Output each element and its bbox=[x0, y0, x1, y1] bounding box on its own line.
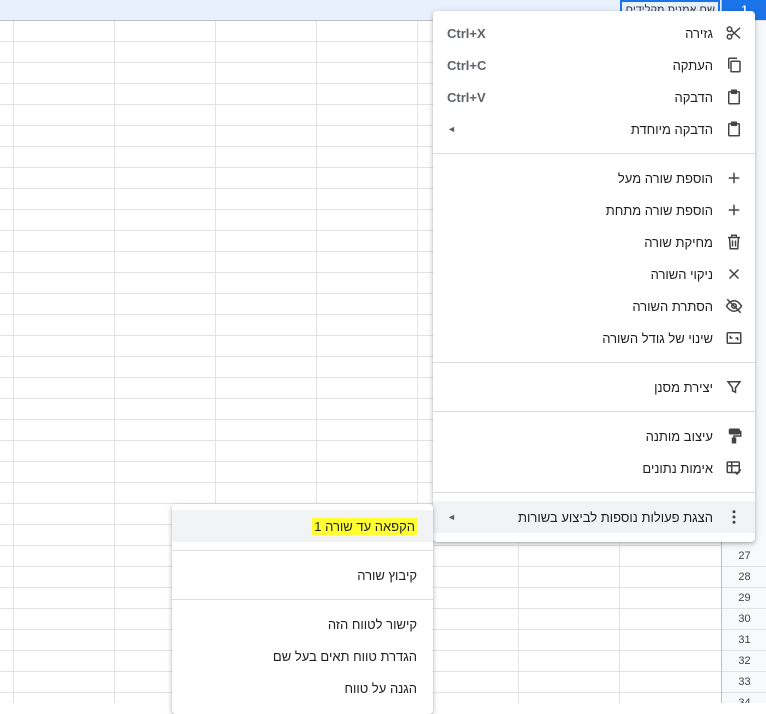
submenu-item-group-row[interactable]: קיבוץ שורה bbox=[172, 559, 433, 591]
clipboard-icon bbox=[725, 120, 743, 138]
menu-item-label: ניקוי השורה bbox=[650, 266, 713, 282]
more-row-actions-submenu: הקפאה עד שורה 1 קיבוץ שורה קישור לטווח ה… bbox=[172, 504, 433, 714]
resize-icon bbox=[725, 329, 743, 347]
menu-item-shortcut: Ctrl+C bbox=[447, 57, 487, 73]
plus-icon bbox=[725, 201, 743, 219]
row-context-menu: גזירה Ctrl+X העתקה Ctrl+C הדבקה Ctrl+V ה… bbox=[433, 11, 755, 542]
menu-item-conditional-formatting[interactable]: עיצוב מותנה bbox=[433, 420, 755, 452]
submenu-item-label: קיבוץ שורה bbox=[357, 567, 417, 583]
menu-item-insert-row-below[interactable]: הוספת שורה מתחת bbox=[433, 194, 755, 226]
row-header[interactable]: 27 bbox=[722, 546, 766, 567]
menu-item-clear-row[interactable]: ניקוי השורה bbox=[433, 258, 755, 290]
menu-item-label: הוספת שורה מתחת bbox=[605, 202, 713, 218]
menu-item-label: יצירת מסנן bbox=[654, 379, 713, 395]
submenu-arrow-icon: ◄ bbox=[447, 512, 456, 522]
menu-item-label: הדבקה bbox=[674, 89, 713, 105]
row-header[interactable]: 28 bbox=[722, 567, 766, 588]
close-icon bbox=[725, 265, 743, 283]
menu-item-label: מחיקת שורה bbox=[644, 234, 713, 250]
menu-item-label: שינוי של גודל השורה bbox=[602, 330, 713, 346]
submenu-item-label: קישור לטווח הזה bbox=[327, 616, 417, 632]
submenu-item-protect-range[interactable]: הגנה על טווח bbox=[172, 672, 433, 704]
menu-item-hide-row[interactable]: הסתרת השורה bbox=[433, 290, 755, 322]
menu-divider bbox=[433, 492, 755, 493]
more-vert-icon bbox=[725, 508, 743, 526]
row-header[interactable]: 34 bbox=[722, 693, 766, 703]
menu-item-more-row-actions[interactable]: הצגת פעולות נוספות לביצוע בשורות ◄ bbox=[433, 501, 755, 533]
menu-divider bbox=[172, 599, 433, 600]
menu-item-data-validation[interactable]: אימות נתונים bbox=[433, 452, 755, 484]
row-header[interactable]: 33 bbox=[722, 672, 766, 693]
filter-icon bbox=[725, 378, 743, 396]
menu-item-shortcut: Ctrl+V bbox=[447, 89, 486, 105]
menu-item-label: עיצוב מותנה bbox=[645, 428, 713, 444]
copy-icon bbox=[725, 56, 743, 74]
menu-item-paste-special[interactable]: הדבקה מיוחדת ◄ bbox=[433, 113, 755, 145]
menu-item-label: גזירה bbox=[685, 25, 713, 41]
trash-icon bbox=[725, 233, 743, 251]
row-header[interactable]: 29 bbox=[722, 588, 766, 609]
menu-item-create-filter[interactable]: יצירת מסנן bbox=[433, 371, 755, 403]
submenu-item-freeze-up-to-row[interactable]: הקפאה עד שורה 1 bbox=[172, 510, 433, 542]
plus-icon bbox=[725, 169, 743, 187]
submenu-arrow-icon: ◄ bbox=[447, 124, 456, 134]
submenu-item-label: הקפאה עד שורה 1 bbox=[312, 517, 417, 535]
scissors-icon bbox=[725, 24, 743, 42]
menu-divider bbox=[172, 550, 433, 551]
menu-item-label: הדבקה מיוחדת bbox=[630, 121, 713, 137]
row-header[interactable]: 30 bbox=[722, 609, 766, 630]
menu-divider bbox=[433, 153, 755, 154]
menu-item-resize-row[interactable]: שינוי של גודל השורה bbox=[433, 322, 755, 354]
menu-item-paste[interactable]: הדבקה Ctrl+V bbox=[433, 81, 755, 113]
menu-divider bbox=[433, 362, 755, 363]
column-divider bbox=[13, 0, 14, 703]
menu-item-cut[interactable]: גזירה Ctrl+X bbox=[433, 17, 755, 49]
eye-off-icon bbox=[725, 297, 743, 315]
submenu-item-label: הגנה על טווח bbox=[344, 680, 417, 696]
clipboard-icon bbox=[725, 88, 743, 106]
row-header[interactable]: 31 bbox=[722, 630, 766, 651]
menu-item-copy[interactable]: העתקה Ctrl+C bbox=[433, 49, 755, 81]
menu-item-label: אימות נתונים bbox=[642, 460, 713, 476]
menu-item-insert-row-above[interactable]: הוספת שורה מעל bbox=[433, 162, 755, 194]
row-header[interactable]: 32 bbox=[722, 651, 766, 672]
menu-item-shortcut: Ctrl+X bbox=[447, 25, 486, 41]
menu-item-label: הסתרת השורה bbox=[632, 298, 713, 314]
menu-item-label: הוספת שורה מעל bbox=[617, 170, 713, 186]
paint-roller-icon bbox=[725, 427, 743, 445]
menu-item-delete-row[interactable]: מחיקת שורה bbox=[433, 226, 755, 258]
menu-item-label: הצגת פעולות נוספות לביצוע בשורות bbox=[518, 509, 713, 525]
submenu-item-link-range[interactable]: קישור לטווח הזה bbox=[172, 608, 433, 640]
submenu-item-label: הגדרת טווח תאים בעל שם bbox=[272, 648, 417, 664]
column-divider bbox=[114, 0, 115, 703]
menu-divider bbox=[433, 411, 755, 412]
menu-item-label: העתקה bbox=[672, 57, 713, 73]
submenu-item-define-named-range[interactable]: הגדרת טווח תאים בעל שם bbox=[172, 640, 433, 672]
data-validation-icon bbox=[725, 459, 743, 477]
